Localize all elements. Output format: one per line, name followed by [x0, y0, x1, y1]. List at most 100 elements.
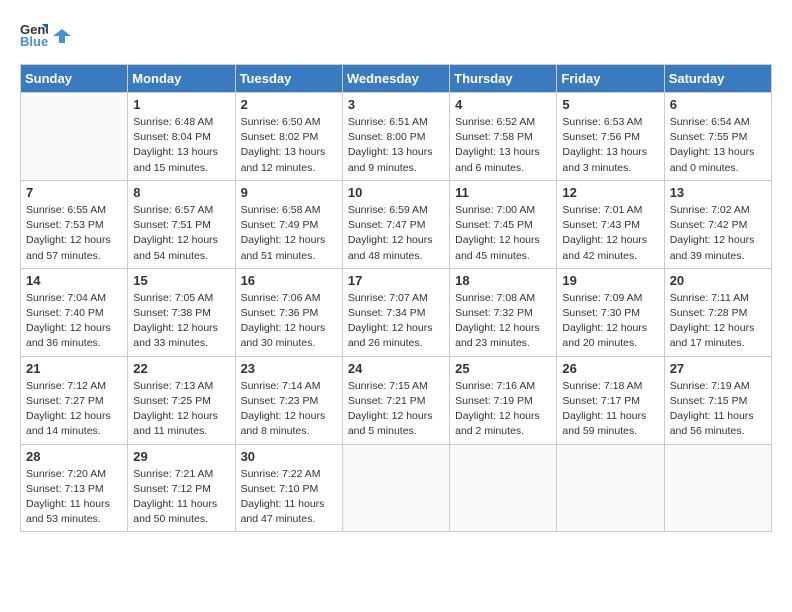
- day-number: 4: [455, 97, 551, 112]
- weekday-header-cell: Sunday: [21, 65, 128, 93]
- calendar-cell: 25Sunrise: 7:16 AMSunset: 7:19 PMDayligh…: [450, 356, 557, 444]
- calendar-week-row: 21 Sunrise: 7:12 AMSunset: 7:27 PMDayligh…: [21, 356, 772, 444]
- day-number: 21: [26, 361, 122, 376]
- day-info: Sunrise: 7:21 AMSunset: 7:12 PMDaylight:…: [133, 467, 229, 528]
- page-header: General Blue: [20, 20, 772, 48]
- weekday-header-cell: Tuesday: [235, 65, 342, 93]
- weekday-header-cell: Wednesday: [342, 65, 449, 93]
- calendar-week-row: 1Sunrise: 6:48 AMSunset: 8:04 PMDaylight…: [21, 93, 772, 181]
- day-number: 17: [348, 273, 444, 288]
- day-info: Sunrise: 7:01 AMSunset: 7:43 PMDaylight:…: [562, 203, 658, 264]
- day-number: 10: [348, 185, 444, 200]
- day-number: 20: [670, 273, 766, 288]
- day-number: 22: [133, 361, 229, 376]
- day-info: Sunrise: 7:19 AMSunset: 7:15 PMDaylight:…: [670, 379, 766, 440]
- day-info: Sunrise: 6:55 AMSunset: 7:53 PMDaylight:…: [26, 203, 122, 264]
- day-info: Sunrise: 7:00 AMSunset: 7:45 PMDaylight:…: [455, 203, 551, 264]
- day-number: 6: [670, 97, 766, 112]
- day-info: Sunrise: 7:11 AMSunset: 7:28 PMDaylight:…: [670, 291, 766, 352]
- calendar-week-row: 14 Sunrise: 7:04 AMSunset: 7:40 PMDayligh…: [21, 268, 772, 356]
- day-info: Sunrise: 7:04 AMSunset: 7:40 PMDaylight:…: [26, 291, 122, 352]
- calendar-cell: 13 Sunrise: 7:02 AMSunset: 7:42 PMDayligh…: [664, 180, 771, 268]
- day-number: 30: [241, 449, 337, 464]
- calendar-cell: 3 Sunrise: 6:51 AMSunset: 8:00 PMDaylight…: [342, 93, 449, 181]
- calendar-cell: 26Sunrise: 7:18 AMSunset: 7:17 PMDayligh…: [557, 356, 664, 444]
- calendar-cell: 29 Sunrise: 7:21 AMSunset: 7:12 PMDayligh…: [128, 444, 235, 532]
- calendar-cell: 17Sunrise: 7:07 AMSunset: 7:34 PMDayligh…: [342, 268, 449, 356]
- calendar-cell: 24 Sunrise: 7:15 AMSunset: 7:21 PMDayligh…: [342, 356, 449, 444]
- weekday-header-cell: Monday: [128, 65, 235, 93]
- day-number: 5: [562, 97, 658, 112]
- calendar-cell: 11 Sunrise: 7:00 AMSunset: 7:45 PMDayligh…: [450, 180, 557, 268]
- calendar-cell: 18 Sunrise: 7:08 AMSunset: 7:32 PMDayligh…: [450, 268, 557, 356]
- day-info: Sunrise: 6:54 AMSunset: 7:55 PMDaylight:…: [670, 115, 766, 176]
- calendar-table: SundayMondayTuesdayWednesdayThursdayFrid…: [20, 64, 772, 532]
- day-info: Sunrise: 7:14 AMSunset: 7:23 PMDaylight:…: [241, 379, 337, 440]
- calendar-cell: 2Sunrise: 6:50 AMSunset: 8:02 PMDaylight…: [235, 93, 342, 181]
- day-info: Sunrise: 6:51 AMSunset: 8:00 PMDaylight:…: [348, 115, 444, 176]
- day-info: Sunrise: 7:05 AMSunset: 7:38 PMDaylight:…: [133, 291, 229, 352]
- calendar-cell: 20 Sunrise: 7:11 AMSunset: 7:28 PMDayligh…: [664, 268, 771, 356]
- weekday-header-cell: Thursday: [450, 65, 557, 93]
- day-info: Sunrise: 6:53 AMSunset: 7:56 PMDaylight:…: [562, 115, 658, 176]
- day-info: Sunrise: 7:20 AMSunset: 7:13 PMDaylight:…: [26, 467, 122, 528]
- calendar-cell: 7 Sunrise: 6:55 AMSunset: 7:53 PMDaylight…: [21, 180, 128, 268]
- calendar-cell: 15Sunrise: 7:05 AMSunset: 7:38 PMDayligh…: [128, 268, 235, 356]
- logo-icon: General Blue: [20, 20, 48, 48]
- svg-text:Blue: Blue: [20, 34, 48, 48]
- day-info: Sunrise: 7:06 AMSunset: 7:36 PMDaylight:…: [241, 291, 337, 352]
- calendar-cell: 9 Sunrise: 6:58 AMSunset: 7:49 PMDaylight…: [235, 180, 342, 268]
- calendar-cell: 10 Sunrise: 6:59 AMSunset: 7:47 PMDayligh…: [342, 180, 449, 268]
- calendar-cell: [21, 93, 128, 181]
- day-info: Sunrise: 7:18 AMSunset: 7:17 PMDaylight:…: [562, 379, 658, 440]
- calendar-cell: 8Sunrise: 6:57 AMSunset: 7:51 PMDaylight…: [128, 180, 235, 268]
- day-number: 12: [562, 185, 658, 200]
- day-info: Sunrise: 6:58 AMSunset: 7:49 PMDaylight:…: [241, 203, 337, 264]
- day-number: 7: [26, 185, 122, 200]
- calendar-cell: 21 Sunrise: 7:12 AMSunset: 7:27 PMDayligh…: [21, 356, 128, 444]
- calendar-cell: 12 Sunrise: 7:01 AMSunset: 7:43 PMDayligh…: [557, 180, 664, 268]
- calendar-cell: 30 Sunrise: 7:22 AMSunset: 7:10 PMDayligh…: [235, 444, 342, 532]
- day-number: 23: [241, 361, 337, 376]
- day-number: 24: [348, 361, 444, 376]
- weekday-header-row: SundayMondayTuesdayWednesdayThursdayFrid…: [21, 65, 772, 93]
- day-info: Sunrise: 6:50 AMSunset: 8:02 PMDaylight:…: [241, 115, 337, 176]
- day-info: Sunrise: 6:57 AMSunset: 7:51 PMDaylight:…: [133, 203, 229, 264]
- day-info: Sunrise: 7:02 AMSunset: 7:42 PMDaylight:…: [670, 203, 766, 264]
- day-number: 29: [133, 449, 229, 464]
- day-number: 19: [562, 273, 658, 288]
- calendar-cell: [557, 444, 664, 532]
- day-number: 14: [26, 273, 122, 288]
- calendar-cell: 28 Sunrise: 7:20 AMSunset: 7:13 PMDayligh…: [21, 444, 128, 532]
- day-info: Sunrise: 7:13 AMSunset: 7:25 PMDaylight:…: [133, 379, 229, 440]
- calendar-cell: 19 Sunrise: 7:09 AMSunset: 7:30 PMDayligh…: [557, 268, 664, 356]
- calendar-cell: 16Sunrise: 7:06 AMSunset: 7:36 PMDayligh…: [235, 268, 342, 356]
- day-number: 13: [670, 185, 766, 200]
- logo-bird-icon: [53, 27, 71, 45]
- calendar-cell: 5 Sunrise: 6:53 AMSunset: 7:56 PMDaylight…: [557, 93, 664, 181]
- day-info: Sunrise: 7:08 AMSunset: 7:32 PMDaylight:…: [455, 291, 551, 352]
- day-number: 11: [455, 185, 551, 200]
- day-info: Sunrise: 7:12 AMSunset: 7:27 PMDaylight:…: [26, 379, 122, 440]
- calendar-cell: [342, 444, 449, 532]
- day-info: Sunrise: 7:16 AMSunset: 7:19 PMDaylight:…: [455, 379, 551, 440]
- day-info: Sunrise: 6:59 AMSunset: 7:47 PMDaylight:…: [348, 203, 444, 264]
- day-number: 3: [348, 97, 444, 112]
- calendar-cell: 22 Sunrise: 7:13 AMSunset: 7:25 PMDayligh…: [128, 356, 235, 444]
- calendar-cell: [450, 444, 557, 532]
- day-number: 27: [670, 361, 766, 376]
- day-info: Sunrise: 6:52 AMSunset: 7:58 PMDaylight:…: [455, 115, 551, 176]
- calendar-week-row: 28 Sunrise: 7:20 AMSunset: 7:13 PMDayligh…: [21, 444, 772, 532]
- day-number: 1: [133, 97, 229, 112]
- calendar-week-row: 7 Sunrise: 6:55 AMSunset: 7:53 PMDaylight…: [21, 180, 772, 268]
- calendar-cell: 27 Sunrise: 7:19 AMSunset: 7:15 PMDayligh…: [664, 356, 771, 444]
- day-number: 28: [26, 449, 122, 464]
- day-info: Sunrise: 7:09 AMSunset: 7:30 PMDaylight:…: [562, 291, 658, 352]
- day-info: Sunrise: 7:22 AMSunset: 7:10 PMDaylight:…: [241, 467, 337, 528]
- day-info: Sunrise: 7:15 AMSunset: 7:21 PMDaylight:…: [348, 379, 444, 440]
- calendar-cell: 14 Sunrise: 7:04 AMSunset: 7:40 PMDayligh…: [21, 268, 128, 356]
- day-number: 18: [455, 273, 551, 288]
- logo: General Blue: [20, 20, 72, 48]
- calendar-cell: 1Sunrise: 6:48 AMSunset: 8:04 PMDaylight…: [128, 93, 235, 181]
- day-number: 9: [241, 185, 337, 200]
